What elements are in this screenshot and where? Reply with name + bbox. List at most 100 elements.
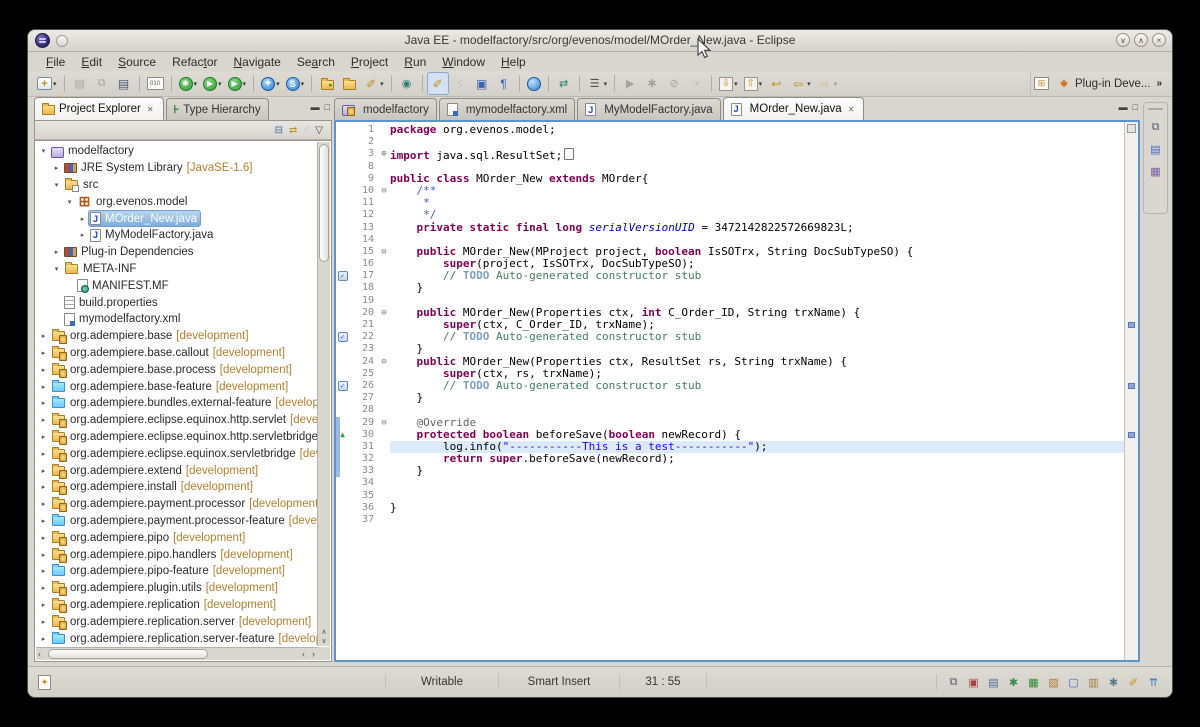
expand-arrow-icon[interactable]: ▾ [51,181,62,189]
plugin-spy-icon-button[interactable]: ◉ [396,72,418,95]
tree-item-org-adempiere-base-feature[interactable]: ▸org.adempiere.base-feature[development] [35,378,317,395]
outline-view-icon[interactable]: ▤ [1144,138,1167,160]
open-perspective-button[interactable]: ⊞ [1031,72,1052,95]
editor-tab-mymodelfactory-java[interactable]: JMyModelFactory.java [577,98,720,120]
fold-minus-icon[interactable]: ⊖ [378,185,390,197]
code-line-9[interactable]: 9public class MOrder_New extends MOrder{ [336,173,1124,185]
tree-item-org-adempiere-eclipse-equinox-http-servletbridge[interactable]: ▸org.adempiere.eclipse.equinox.http.serv… [35,429,317,446]
expand-arrow-icon[interactable]: ▸ [38,500,49,508]
tree-item-org-adempiere-payment-processor[interactable]: ▸org.adempiere.payment.processor[develop… [35,496,317,513]
scroll-left-arrow-2[interactable]: ‹ [302,648,305,660]
tree-item-content[interactable]: org.adempiere.pipo[development] [49,529,249,546]
link-with-editor-icon[interactable]: ⇄ [289,125,297,136]
tree-item-content[interactable]: JMyModelFactory.java [88,227,217,244]
expand-arrow-icon[interactable]: ▸ [38,517,49,525]
expand-arrow-icon[interactable]: ▾ [38,147,49,155]
tree-item-mymodelfactory-java[interactable]: ▸JMyModelFactory.java [35,227,317,244]
menu-run[interactable]: Run [396,54,434,70]
templates-view-icon[interactable]: ▦ [1144,160,1167,182]
tree-item-org-adempiere-eclipse-equinox-http-servlet[interactable]: ▸org.adempiere.eclipse.equinox.http.serv… [35,412,317,429]
search-view-icon[interactable]: ✐ [1125,676,1142,689]
console-view-icon[interactable]: ▢ [1065,676,1082,689]
tree-item-content[interactable]: org.adempiere.base-feature[development] [49,378,292,395]
tree-item-modelfactory[interactable]: ▾modelfactory [35,143,317,160]
problems-view-icon[interactable]: ▣ [965,676,982,689]
expand-arrow-icon[interactable]: ▸ [38,534,49,542]
tree-item-content[interactable]: JRE System Library[JavaSE-1.6] [62,160,256,177]
back-icon-dropdown[interactable]: ▾ [807,80,811,88]
expand-arrow-icon[interactable]: ▸ [38,383,49,391]
tree-item-org-adempiere-pipo-handlers[interactable]: ▸org.adempiere.pipo.handlers[development… [35,546,317,563]
tree-item-content[interactable]: mymodelfactory.xml [62,311,184,328]
tree-item-content[interactable]: org.adempiere.pipo-feature[development] [49,563,289,580]
maximize-editor-icon[interactable]: □ [1133,102,1138,112]
tree-item-org-adempiere-eclipse-equinox-servletbridge[interactable]: ▸org.adempiere.eclipse.equinox.servletbr… [35,445,317,462]
tree-item-content[interactable]: org.adempiere.base.process[development] [49,361,296,378]
expand-arrow-icon[interactable]: ▾ [51,265,62,273]
view-tab-type-hierarchy[interactable]: ⊦Type Hierarchy [166,98,269,120]
expand-arrow-icon[interactable]: ▸ [77,231,88,239]
fold-plus-icon[interactable]: ⊕ [378,148,390,160]
expand-arrow-icon[interactable]: ▸ [38,584,49,592]
synchronize-view-icon[interactable]: ⇈ [1145,676,1162,689]
scrollbar-thumb[interactable] [48,649,208,659]
expand-arrow-icon[interactable]: ▸ [38,551,49,559]
menu-edit[interactable]: Edit [73,54,110,70]
tree-item-org-adempiere-base-process[interactable]: ▸org.adempiere.base.process[development] [35,361,317,378]
tree-item-morder-new-java[interactable]: ▸JMOrder_New.java [35,210,317,227]
menu-source[interactable]: Source [110,54,164,70]
tree-item-plug-in-dependencies[interactable]: ▸Plug-in Dependencies [35,244,317,261]
expand-arrow-icon[interactable]: ▸ [38,635,49,643]
code-line-11[interactable]: 11 * [336,197,1124,209]
tree-item-jre-system-library[interactable]: ▸JRE System Library[JavaSE-1.6] [35,160,317,177]
shade-button[interactable]: ∨ [1116,33,1130,47]
explorer-vertical-scrollbar[interactable]: ∧ ∨ [317,142,330,646]
tree-item-content[interactable]: org.adempiere.eclipse.equinox.http.servl… [49,412,317,429]
expand-arrow-icon[interactable]: ▸ [38,601,49,609]
view-menu-icon[interactable]: ▽ [315,125,323,136]
tab-close-icon[interactable]: ✕ [145,104,156,115]
new-wizard-icon-button[interactable]: +▾ [34,72,60,95]
code-editor[interactable]: 1package org.evenos.model;23⊕import java… [334,120,1140,662]
tree-item-content[interactable]: Plug-in Dependencies [62,244,198,261]
tree-item-content[interactable]: org.adempiere.pipo.handlers[development] [49,546,297,563]
tree-item-content[interactable]: org.adempiere.replication.server-feature… [49,630,317,647]
tree-item-content[interactable]: src [62,177,102,194]
code-line-17[interactable]: ✓17 // TODO Auto-generated constructor s… [336,270,1124,282]
expand-arrow-icon[interactable]: ▸ [51,164,62,172]
back-icon-button[interactable]: ⇦▾ [787,72,814,95]
overview-ruler[interactable] [1124,122,1138,660]
web-browser-icon-button[interactable] [524,72,544,95]
properties-view-icon[interactable]: ▤ [985,676,1002,689]
open-folder-icon-button[interactable] [338,72,360,95]
tree-item-content[interactable]: org.adempiere.bundles.external-feature[d… [49,395,317,412]
tree-item-org-adempiere-payment-processor-feature[interactable]: ▸org.adempiere.payment.processor-feature… [35,513,317,530]
tree-item-content[interactable]: org.adempiere.replication[development] [49,596,280,613]
tree-item-org-adempiere-install[interactable]: ▸org.adempiere.install[development] [35,479,317,496]
tree-item-content[interactable]: org.adempiere.install[development] [49,479,257,496]
print-icon-button[interactable]: ▤ [113,72,135,95]
mark-occurrences-icon-button[interactable]: ✐ [427,72,449,95]
tree-item-mymodelfactory-xml[interactable]: mymodelfactory.xml [35,311,317,328]
code-line-35[interactable]: 35 [336,490,1124,502]
tree-item-org-adempiere-base[interactable]: ▸org.adempiere.base[development] [35,328,317,345]
tree-item-meta-inf[interactable]: ▾META-INF [35,261,317,278]
show-whitespace-icon-button[interactable]: ¶ [493,72,515,95]
fold-minus-icon[interactable]: ⊖ [378,356,390,368]
tree-item-org-adempiere-replication[interactable]: ▸org.adempiere.replication[development] [35,597,317,614]
tree-item-build-properties[interactable]: build.properties [35,294,317,311]
code-line-37[interactable]: 37 [336,514,1124,526]
show-source-element-icon-button[interactable]: ▣ [471,72,493,95]
tree-item-org-evenos-model[interactable]: ▾⊞org.evenos.model [35,193,317,210]
expand-arrow-icon[interactable]: ▸ [38,416,49,424]
tree-item-content[interactable]: org.adempiere.extend[development] [49,462,262,479]
tree-item-content[interactable]: org.adempiere.base.callout[development] [49,344,289,361]
tree-item-content[interactable]: org.adempiere.payment.processor-feature[… [49,512,317,529]
fold-minus-icon[interactable]: ⊖ [378,246,390,258]
fold-minus-icon[interactable]: ⊖ [378,307,390,319]
trim-drag-handle[interactable] [1148,108,1163,110]
code-line-33[interactable]: 33 } [336,465,1124,477]
tree-item-content[interactable]: org.adempiere.eclipse.equinox.http.servl… [49,428,317,445]
tree-item-content[interactable]: ⊞org.evenos.model [75,193,191,210]
tree-item-content[interactable]: META-INF [62,260,140,277]
